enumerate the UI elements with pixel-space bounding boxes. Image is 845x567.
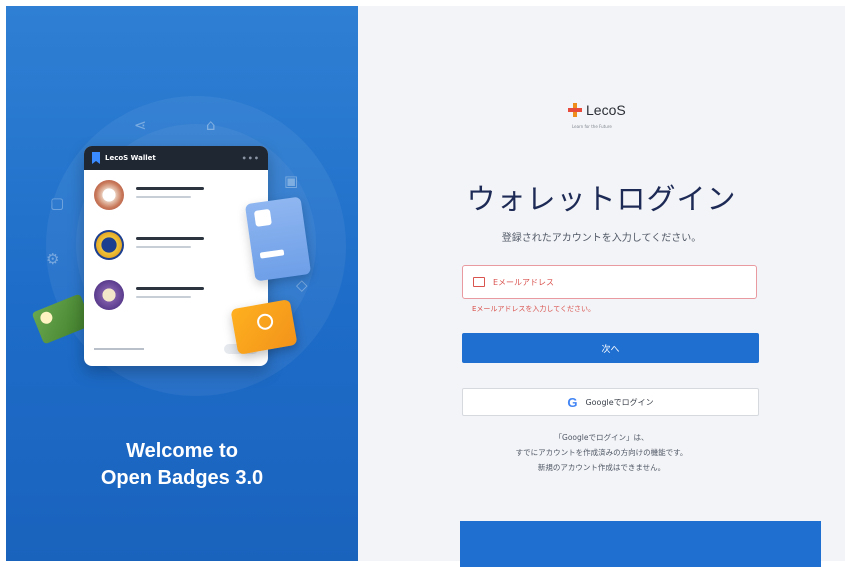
graduation-cap-icon: ⌂ bbox=[206, 116, 216, 134]
welcome-line-2: Open Badges 3.0 bbox=[100, 467, 264, 489]
note-line-1: 「Googleでログイン」は、 bbox=[554, 433, 649, 442]
badge-row bbox=[84, 220, 268, 270]
google-login-note: 「Googleでログイン」は、 すでにアカウントを作成済みの方向けの機能です。 … bbox=[358, 430, 845, 475]
medal-icon bbox=[94, 280, 124, 310]
brand-name: LecoS bbox=[586, 102, 626, 118]
login-panel: LecoS Learn for the Future ウォレットログイン 登録さ… bbox=[358, 6, 845, 567]
hero-panel: ⋖ ⌂ ▢ ⚙ ▣ ◇ LecoS Wallet ••• Welcome to … bbox=[6, 6, 358, 561]
brand-tagline: Learn for the Future bbox=[572, 124, 612, 129]
bookmark-icon bbox=[92, 152, 100, 164]
brand-logo: LecoS bbox=[568, 102, 626, 118]
medal-icon bbox=[94, 230, 124, 260]
page-subtitle: 登録されたアカウントを入力してください。 bbox=[501, 233, 702, 244]
ribbon-icon bbox=[255, 312, 275, 331]
wallet-title: LecoS Wallet bbox=[105, 154, 156, 162]
bottom-banner bbox=[460, 521, 821, 567]
note-line-3: 新規のアカウント作成はできません。 bbox=[537, 463, 666, 472]
google-login-label: Googleでログイン bbox=[585, 397, 654, 407]
share-icon: ⋖ bbox=[134, 116, 147, 134]
badge-row bbox=[84, 170, 268, 220]
medal-icon bbox=[94, 180, 124, 210]
page-title: ウォレットログイン bbox=[466, 182, 737, 216]
wallet-footer bbox=[94, 344, 258, 354]
mail-icon bbox=[473, 277, 485, 287]
more-icon: ••• bbox=[241, 153, 260, 163]
welcome-heading: Welcome to Open Badges 3.0 bbox=[6, 438, 358, 492]
lecos-logo-icon bbox=[568, 103, 582, 117]
shield-icon: ◇ bbox=[296, 276, 308, 294]
badge-icon: ▣ bbox=[284, 172, 299, 190]
note-line-2: すでにアカウントを作成済みの方向けの機能です。 bbox=[515, 448, 688, 457]
id-card-illustration bbox=[244, 196, 312, 282]
document-icon: ▢ bbox=[50, 194, 65, 212]
email-field-wrapper bbox=[462, 265, 757, 299]
google-login-button[interactable]: G Googleでログイン bbox=[462, 388, 759, 416]
email-error-message: Eメールアドレスを入力してください。 bbox=[472, 305, 596, 313]
next-button[interactable]: 次へ bbox=[462, 333, 759, 363]
settings-icon: ⚙ bbox=[46, 250, 60, 268]
google-icon: G bbox=[567, 394, 578, 410]
welcome-line-1: Welcome to bbox=[126, 440, 238, 462]
email-field[interactable] bbox=[491, 276, 756, 288]
wallet-header: LecoS Wallet ••• bbox=[84, 146, 268, 170]
avatar-icon bbox=[253, 208, 272, 227]
